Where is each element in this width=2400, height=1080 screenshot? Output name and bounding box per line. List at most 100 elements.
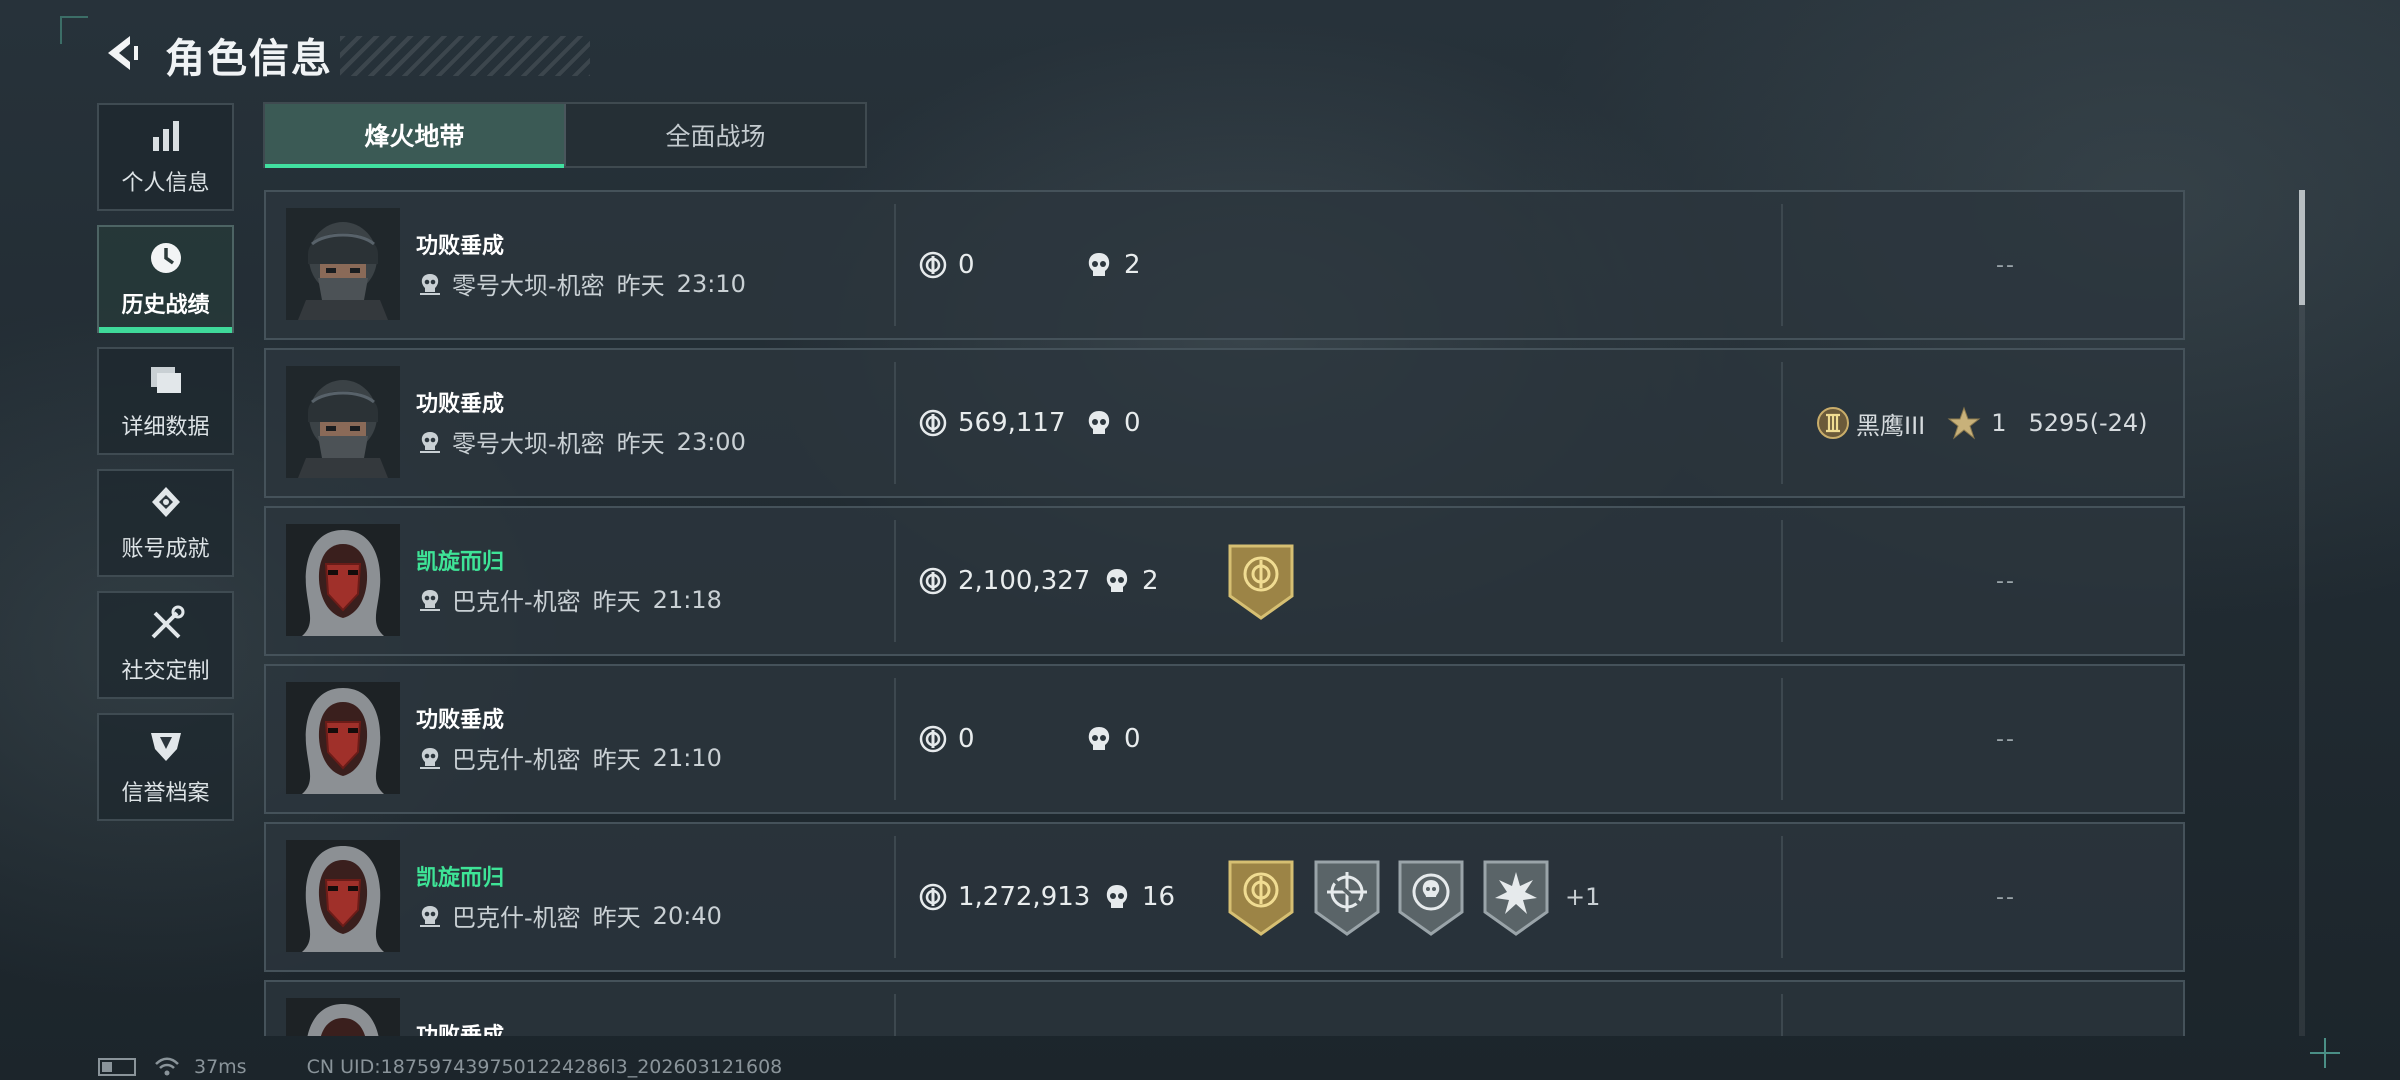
map-mode-icon (416, 744, 444, 772)
map-mode-icon (416, 428, 444, 456)
coin-icon (918, 882, 948, 912)
sidebar-item-match-history[interactable]: 历史战绩 (97, 225, 234, 333)
plus-icon[interactable] (2306, 1034, 2344, 1072)
achievement-icon (151, 487, 180, 517)
ping-value: 37ms (194, 1056, 247, 1078)
gold-medal-icon[interactable] (1228, 860, 1294, 936)
operator-avatar-helmet[interactable] (286, 208, 400, 320)
match-row[interactable]: 功败垂成 (264, 980, 2185, 1036)
sidebar-item-achievements[interactable]: 账号成就 (97, 469, 234, 577)
coin-icon (918, 250, 948, 280)
kill-count: 0 (1084, 350, 1141, 496)
sidebar-item-detailed-data[interactable]: 详细数据 (97, 347, 234, 455)
summary-placeholder: -- (1996, 568, 2016, 594)
rank-emblem-icon (1817, 407, 1849, 439)
match-history-list: 功败垂成 零号大坝-机密 昨天 23:10 0 2 -- 功败垂成 零号大坝-机… (264, 190, 2185, 1036)
scrollbar-track[interactable] (2299, 190, 2305, 1036)
summary-placeholder: -- (1996, 726, 2016, 752)
star-icon (1947, 406, 1981, 440)
match-result: 功败垂成 (416, 708, 505, 733)
match-day: 昨天 (616, 430, 665, 458)
skull-icon (1084, 408, 1114, 438)
divider (1781, 362, 1783, 484)
coin-icon (918, 724, 948, 754)
match-day: 昨天 (592, 746, 641, 774)
match-time: 20:40 (652, 901, 722, 930)
match-result: 功败垂成 (416, 392, 505, 417)
header-corner-decoration (60, 16, 88, 44)
match-result: 功败垂成 (416, 1018, 504, 1036)
divider (894, 678, 896, 800)
uid-text: CN UID:1875974397501224286l3_20260312160… (306, 1056, 783, 1078)
gold-medal-icon[interactable] (1228, 544, 1294, 620)
kill-count: 16 (1102, 824, 1175, 970)
battery-icon (98, 1058, 136, 1076)
summary-placeholder: -- (1996, 884, 2016, 910)
operator-avatar-hood[interactable] (286, 840, 400, 952)
match-day: 昨天 (592, 588, 641, 616)
coin-icon (918, 566, 948, 596)
map-name: 巴克什-机密 (452, 588, 581, 616)
tab-full-battlefield[interactable]: 全面战场 (564, 104, 865, 166)
map-mode-icon (416, 270, 444, 298)
extracted-value: 2,100,327 (918, 508, 1090, 654)
map-info: 零号大坝-机密 昨天 23:00 (416, 424, 746, 459)
divider (894, 836, 896, 958)
operator-avatar-helmet[interactable] (286, 366, 400, 478)
bar-chart-icon (152, 121, 179, 151)
crosshair-medal-icon[interactable] (1314, 860, 1380, 936)
match-result: 凯旋而归 (416, 866, 505, 891)
coin-icon (918, 408, 948, 438)
match-time: 23:10 (676, 269, 746, 298)
sidebar-item-label: 详细数据 (121, 415, 210, 440)
sidebar-item-label: 信誉档案 (121, 781, 210, 806)
operator-avatar-hood[interactable] (286, 682, 400, 794)
operator-avatar-hood[interactable] (286, 524, 400, 636)
summary-placeholder: -- (1996, 252, 2016, 278)
match-day: 昨天 (616, 272, 665, 300)
mode-tabs: 烽火地带 全面战场 (263, 102, 867, 168)
tab-fire-zone[interactable]: 烽火地带 (265, 104, 564, 168)
match-time: 21:18 (652, 585, 722, 614)
extracted-value: 569,117 (918, 350, 1066, 496)
sidebar-item-social-custom[interactable]: 社交定制 (97, 591, 234, 699)
divider (1781, 204, 1783, 326)
tools-icon (151, 605, 184, 639)
match-row[interactable]: 功败垂成 巴克什-机密 昨天 21:10 0 0 -- (264, 664, 2185, 814)
match-row[interactable]: 凯旋而归 巴克什-机密 昨天 20:40 1,272,913 16 +1 -- (264, 822, 2185, 972)
divider (1781, 678, 1783, 800)
scrollbar-thumb[interactable] (2299, 190, 2305, 305)
extracted-value: 1,272,913 (918, 824, 1090, 970)
map-name: 零号大坝-机密 (452, 272, 605, 300)
skull-target-medal-icon[interactable] (1398, 860, 1464, 936)
divider (894, 204, 896, 326)
skull-icon (1084, 724, 1114, 754)
folder-icon (150, 367, 181, 393)
map-name: 巴克什-机密 (452, 746, 581, 774)
sidebar-item-credit-file[interactable]: 信誉档案 (97, 713, 234, 821)
more-medals-count[interactable]: +1 (1565, 824, 1600, 970)
divider (894, 994, 896, 1036)
kill-count: 2 (1084, 192, 1141, 338)
sidebar-item-label: 历史战绩 (121, 293, 210, 318)
back-arrow-icon[interactable] (100, 30, 146, 76)
skull-icon (1102, 566, 1132, 596)
shield-icon (150, 733, 181, 761)
map-name: 零号大坝-机密 (452, 430, 605, 458)
match-row[interactable]: 功败垂成 零号大坝-机密 昨天 23:00 569,117 0 黑鹰III 1 … (264, 348, 2185, 498)
divider (894, 362, 896, 484)
sidebar-item-label: 账号成就 (121, 537, 210, 562)
map-info: 巴克什-机密 昨天 21:10 (416, 740, 722, 775)
divider (1781, 836, 1783, 958)
burst-medal-icon[interactable] (1483, 860, 1549, 936)
operator-avatar-hood[interactable] (286, 998, 400, 1036)
sidebar-item-personal-info[interactable]: 个人信息 (97, 103, 234, 211)
match-day: 昨天 (592, 904, 641, 932)
map-info: 巴克什-机密 昨天 20:40 (416, 898, 722, 933)
match-row[interactable]: 凯旋而归 巴克什-机密 昨天 21:18 2,100,327 2 -- (264, 506, 2185, 656)
divider (894, 520, 896, 642)
wifi-icon (155, 1057, 179, 1076)
page-title: 角色信息 (165, 36, 333, 82)
map-name: 巴克什-机密 (452, 904, 581, 932)
match-row[interactable]: 功败垂成 零号大坝-机密 昨天 23:10 0 2 -- (264, 190, 2185, 340)
